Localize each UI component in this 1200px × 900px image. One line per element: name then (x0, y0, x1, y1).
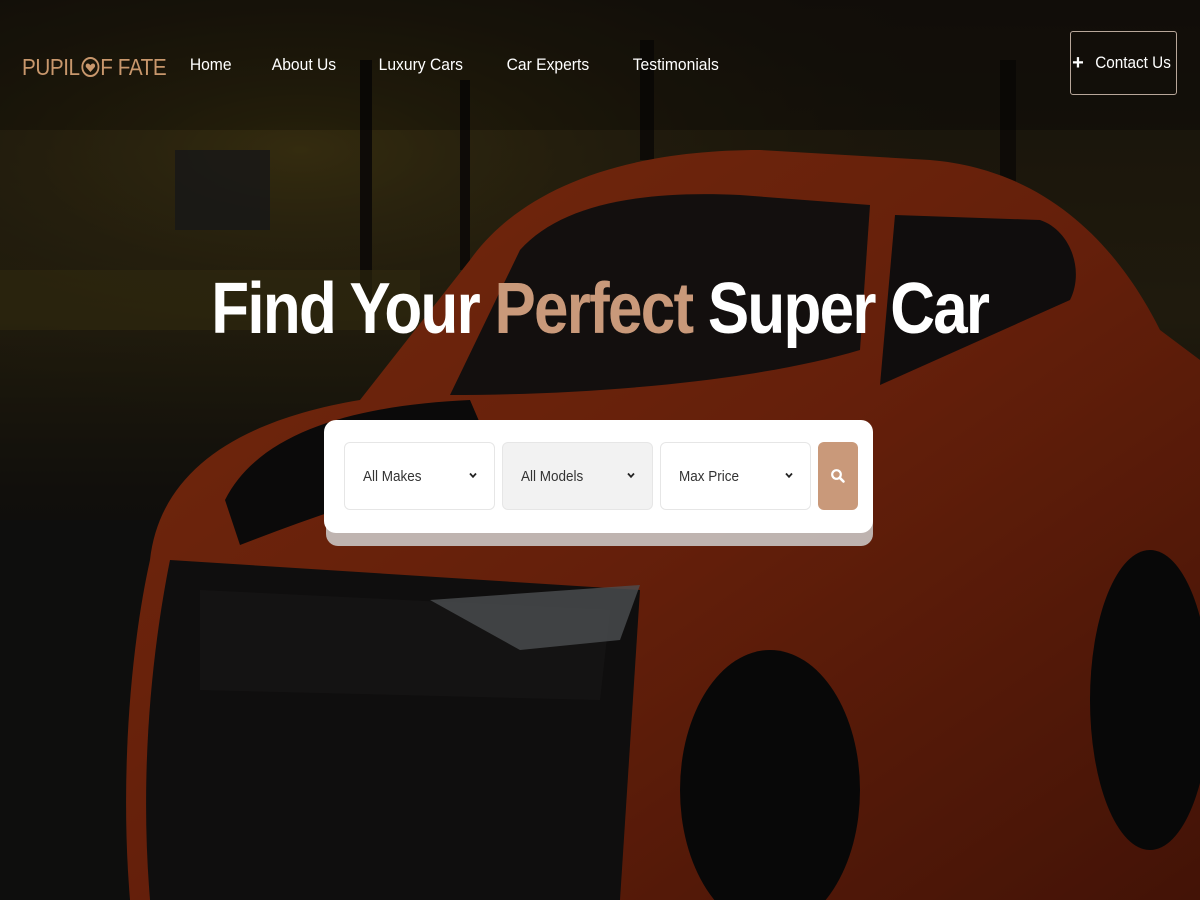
search-icon (831, 469, 845, 483)
models-select[interactable]: All Models (502, 442, 653, 510)
hero-title-part1: Find Your (211, 269, 495, 349)
nav-home[interactable]: Home (173, 52, 248, 78)
hero-title-accent: Perfect (494, 269, 695, 349)
car-search-panel: All Makes All Models Max Price (324, 420, 873, 533)
search-button[interactable] (818, 442, 858, 510)
top-navbar: PUPIL F FATE Home About Us Luxury Cars C… (0, 0, 1200, 130)
nav-testimonials[interactable]: Testimonials (616, 52, 735, 78)
brand-logo[interactable]: PUPIL F FATE (22, 52, 167, 82)
hero-title-part2: Super Car (692, 269, 990, 349)
models-select-value: All Models (521, 467, 584, 485)
chevron-down-icon (785, 472, 793, 479)
nav-about-us[interactable]: About Us (256, 52, 353, 78)
brand-name-part2: F FATE (100, 53, 167, 80)
brand-name-part1: PUPIL (22, 53, 80, 80)
max-price-select-value: Max Price (679, 467, 740, 485)
max-price-select[interactable]: Max Price (660, 442, 811, 510)
makes-select-value: All Makes (363, 467, 422, 485)
nav-car-experts[interactable]: Car Experts (490, 52, 606, 78)
contact-us-label: Contact Us (1095, 53, 1171, 72)
heart-o-logo-icon (81, 57, 100, 77)
plus-icon: + (1072, 52, 1084, 74)
nav-luxury-cars[interactable]: Luxury Cars (362, 52, 479, 78)
makes-select[interactable]: All Makes (344, 442, 495, 510)
hero-title: Find Your Perfect Super Car (0, 268, 1200, 350)
chevron-down-icon (627, 472, 635, 479)
contact-us-button[interactable]: + Contact Us (1070, 31, 1177, 95)
chevron-down-icon (469, 472, 477, 479)
main-nav: Home About Us Luxury Cars Car Experts Te… (170, 52, 740, 78)
